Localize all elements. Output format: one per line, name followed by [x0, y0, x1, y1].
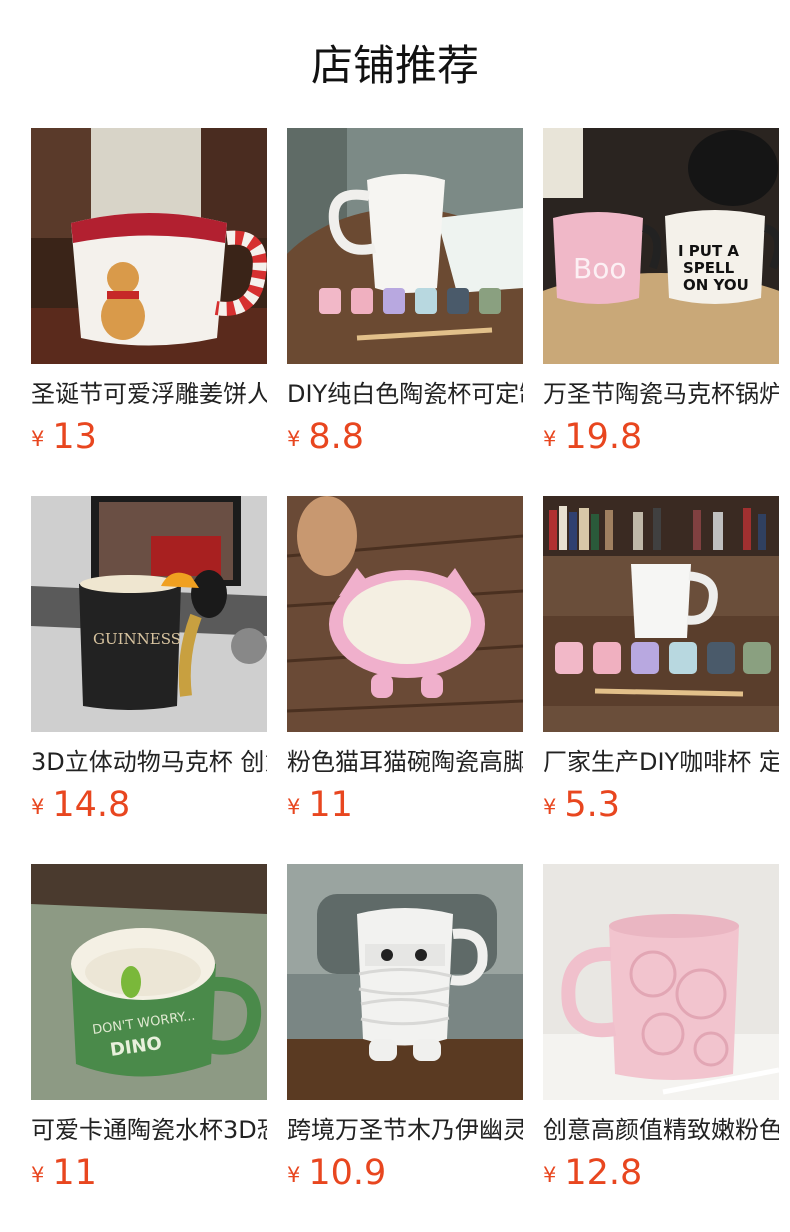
currency-symbol: ¥: [543, 427, 557, 451]
product-price: ¥11: [287, 785, 523, 831]
product-price: ¥10.9: [287, 1153, 523, 1199]
mummy-mug-image: [287, 864, 523, 1100]
price-value: 5.3: [564, 785, 621, 825]
svg-text:ON YOU: ON YOU: [683, 276, 749, 294]
product-image[interactable]: [287, 496, 523, 732]
currency-symbol: ¥: [287, 427, 301, 451]
product-name: 跨境万圣节木乃伊幽灵杯: [287, 1116, 523, 1144]
halloween-mugs-image: Boo I PUT A SPELL ON YOU: [543, 128, 779, 364]
product-name: DIY纯白色陶瓷杯可定制: [287, 380, 523, 408]
price-value: 13: [52, 417, 97, 457]
currency-symbol: ¥: [31, 795, 45, 819]
svg-text:I PUT A: I PUT A: [678, 242, 739, 260]
product-name: 厂家生产DIY咖啡杯 定制: [543, 748, 779, 776]
cat-ear-bowl-image: [287, 496, 523, 732]
product-card[interactable]: DON'T WORRY... DINO 可爱卡通陶瓷水杯3D恐龙 ¥11: [31, 864, 267, 1200]
product-grid: 圣诞节可爱浮雕姜饼人陶瓷杯 ¥13: [31, 128, 790, 1200]
product-name: 粉色猫耳猫碗陶瓷高脚碗: [287, 748, 523, 776]
product-image[interactable]: [543, 864, 779, 1100]
pink-floral-mug-image: [543, 864, 779, 1100]
product-name: 万圣节陶瓷马克杯锅炉杯: [543, 380, 779, 408]
diy-coffee-cup-image: [543, 496, 779, 732]
currency-symbol: ¥: [543, 795, 557, 819]
product-card[interactable]: 厂家生产DIY咖啡杯 定制 ¥5.3: [543, 496, 779, 832]
white-diy-mug-image: [287, 128, 523, 364]
product-price: ¥8.8: [287, 417, 523, 463]
product-card[interactable]: 创意高颜值精致嫩粉色杯 ¥12.8: [543, 864, 779, 1200]
product-card[interactable]: GUINNESS 3D立体动物马克杯 创意 ¥14.8: [31, 496, 267, 832]
toucan-mug-image: GUINNESS: [31, 496, 267, 732]
svg-text:SPELL: SPELL: [683, 259, 735, 277]
currency-symbol: ¥: [287, 795, 301, 819]
gingerbread-mug-image: [31, 128, 267, 364]
product-image[interactable]: [31, 128, 267, 364]
product-card[interactable]: 粉色猫耳猫碗陶瓷高脚碗 ¥11: [287, 496, 523, 832]
currency-symbol: ¥: [287, 1163, 301, 1187]
currency-symbol: ¥: [31, 1163, 45, 1187]
product-name: 3D立体动物马克杯 创意: [31, 748, 267, 776]
price-value: 11: [308, 785, 353, 825]
product-name: 可爱卡通陶瓷水杯3D恐龙: [31, 1116, 267, 1144]
price-value: 19.8: [564, 417, 643, 457]
currency-symbol: ¥: [31, 427, 45, 451]
price-value: 8.8: [308, 417, 365, 457]
price-value: 10.9: [308, 1153, 387, 1193]
product-price: ¥5.3: [543, 785, 779, 831]
currency-symbol: ¥: [543, 1163, 557, 1187]
product-image[interactable]: DON'T WORRY... DINO: [31, 864, 267, 1100]
price-value: 11: [52, 1153, 97, 1193]
product-image[interactable]: Boo I PUT A SPELL ON YOU: [543, 128, 779, 364]
product-image[interactable]: GUINNESS: [31, 496, 267, 732]
product-image[interactable]: [287, 864, 523, 1100]
price-value: 12.8: [564, 1153, 643, 1193]
product-card[interactable]: 跨境万圣节木乃伊幽灵杯 ¥10.9: [287, 864, 523, 1200]
svg-text:Boo: Boo: [573, 252, 626, 285]
product-price: ¥14.8: [31, 785, 267, 831]
product-price: ¥12.8: [543, 1153, 779, 1199]
product-name: 创意高颜值精致嫩粉色杯: [543, 1116, 779, 1144]
product-image[interactable]: [543, 496, 779, 732]
product-price: ¥19.8: [543, 417, 779, 463]
product-name: 圣诞节可爱浮雕姜饼人陶瓷杯: [31, 380, 267, 408]
page-title: 店铺推荐: [310, 41, 479, 90]
shop-recommendation-page: 店铺推荐 圣诞节可爱浮雕姜饼人 ¥ 13 DIY纯白色陶瓷杯可定制 ¥ 8.8 …: [0, 0, 790, 1232]
price-value: 14.8: [52, 785, 131, 825]
svg-text:GUINNESS: GUINNESS: [93, 630, 181, 648]
product-card[interactable]: 圣诞节可爱浮雕姜饼人陶瓷杯 ¥13: [31, 128, 267, 464]
product-image[interactable]: [287, 128, 523, 364]
product-card[interactable]: DIY纯白色陶瓷杯可定制 ¥8.8: [287, 128, 523, 464]
dino-mug-image: DON'T WORRY... DINO: [31, 864, 267, 1100]
product-price: ¥13: [31, 417, 267, 463]
product-price: ¥11: [31, 1153, 267, 1199]
product-card[interactable]: Boo I PUT A SPELL ON YOU 万圣节陶瓷马克杯锅炉杯 ¥19…: [543, 128, 779, 464]
